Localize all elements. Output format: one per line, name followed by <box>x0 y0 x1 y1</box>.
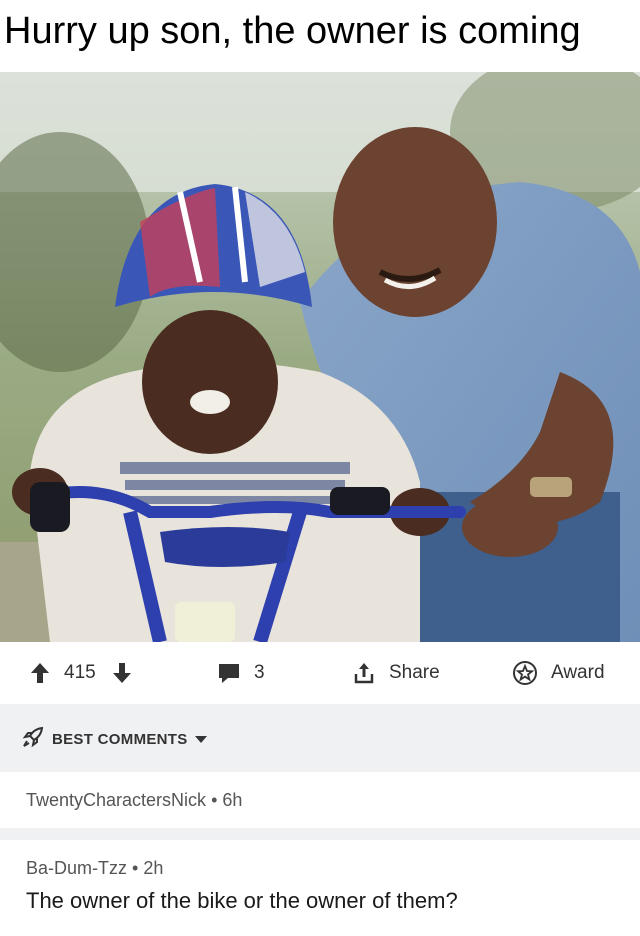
meme-caption: Hurry up son, the owner is coming <box>4 10 581 52</box>
share-label: Share <box>389 662 440 683</box>
comment-author[interactable]: TwentyCharactersNick <box>26 790 206 810</box>
sort-label: BEST COMMENTS <box>52 730 188 748</box>
comment-author[interactable]: Ba-Dum-Tzz <box>26 858 127 878</box>
photo-illustration <box>0 72 640 642</box>
vote-group: 415 <box>30 660 132 686</box>
comments-sort-bar: BEST COMMENTS <box>0 704 640 772</box>
comment-count: 3 <box>254 662 265 683</box>
downvote-arrow-icon[interactable] <box>112 662 132 684</box>
best-comments-dropdown[interactable]: BEST COMMENTS <box>22 726 208 752</box>
comment-meta: TwentyCharactersNick • 6h <box>26 790 242 811</box>
meme-photo[interactable] <box>0 72 640 642</box>
comment-divider <box>0 828 640 840</box>
comment-item[interactable]: TwentyCharactersNick • 6h <box>0 772 640 828</box>
comment-bubble-icon <box>218 662 240 684</box>
award-star-icon <box>513 661 537 685</box>
comment-age: 2h <box>143 858 164 878</box>
upvote-count: 415 <box>64 662 96 683</box>
comment-age: 6h <box>222 790 243 810</box>
rocket-icon <box>22 726 44 752</box>
post-actions-bar: 415 3 Share Award <box>0 642 640 704</box>
award-button[interactable]: Award <box>513 660 605 686</box>
comments-button[interactable]: 3 <box>218 660 265 686</box>
chevron-down-icon <box>194 731 208 748</box>
award-label: Award <box>551 662 605 683</box>
upvote-arrow-icon[interactable] <box>30 662 50 684</box>
share-button[interactable]: Share <box>353 660 440 686</box>
meta-separator: • <box>211 790 223 810</box>
comment-item[interactable]: Ba-Dum-Tzz • 2h The owner of the bike or… <box>0 840 640 936</box>
meta-separator: • <box>132 858 144 878</box>
share-icon <box>353 661 375 685</box>
comment-meta: Ba-Dum-Tzz • 2h <box>26 858 163 879</box>
comment-text: The owner of the bike or the owner of th… <box>26 888 458 913</box>
meme-caption-area: Hurry up son, the owner is coming <box>0 0 640 70</box>
